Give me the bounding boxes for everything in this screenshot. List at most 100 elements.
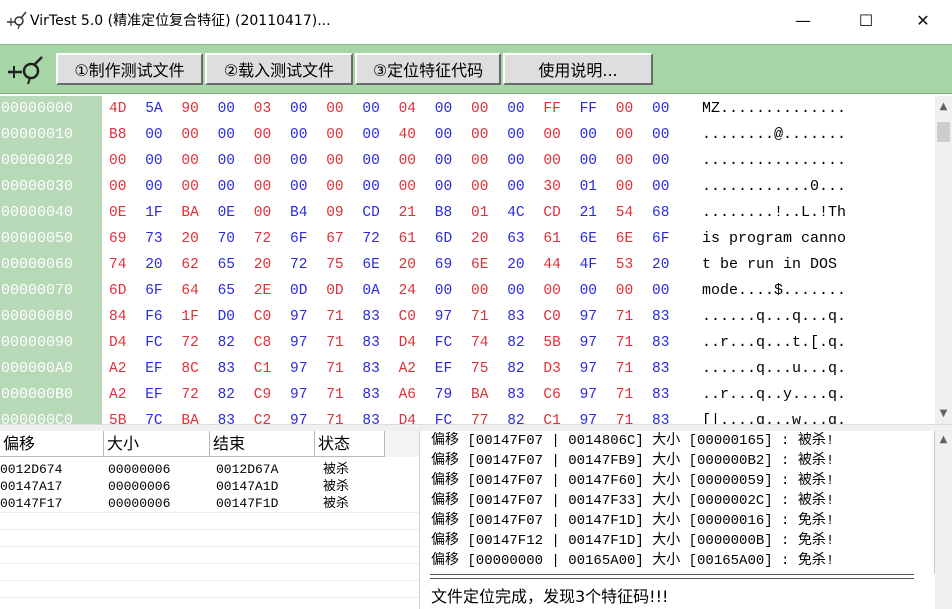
hex-byte[interactable]: 00: [435, 148, 452, 174]
hex-byte[interactable]: CD: [362, 200, 379, 226]
column-size-header[interactable]: 大小: [104, 431, 210, 457]
hex-byte[interactable]: 00: [181, 148, 198, 174]
hex-byte[interactable]: 24: [399, 278, 416, 304]
hex-byte[interactable]: A2: [109, 356, 126, 382]
hex-byte[interactable]: 4C: [507, 200, 524, 226]
hex-byte[interactable]: FC: [435, 408, 452, 424]
hex-byte[interactable]: 65: [218, 252, 235, 278]
hex-byte[interactable]: 00: [181, 174, 198, 200]
hex-byte[interactable]: 00: [471, 174, 488, 200]
hex-byte[interactable]: C0: [543, 304, 560, 330]
hex-byte[interactable]: C1: [543, 408, 560, 424]
hex-byte[interactable]: C2: [254, 408, 271, 424]
hex-byte[interactable]: 00: [218, 122, 235, 148]
hex-byte[interactable]: 00: [145, 174, 162, 200]
hex-byte[interactable]: 83: [362, 356, 379, 382]
hex-byte[interactable]: 00: [254, 148, 271, 174]
hex-byte[interactable]: 00: [181, 122, 198, 148]
hex-byte[interactable]: 00: [652, 148, 669, 174]
hex-byte[interactable]: EF: [435, 356, 452, 382]
hex-byte[interactable]: 0E: [218, 200, 235, 226]
hex-byte[interactable]: 00: [616, 174, 633, 200]
hex-byte[interactable]: 72: [181, 382, 198, 408]
hex-byte[interactable]: 65: [218, 278, 235, 304]
hex-byte[interactable]: 03: [254, 96, 271, 122]
hex-byte[interactable]: 72: [290, 252, 307, 278]
hex-byte[interactable]: 2E: [254, 278, 271, 304]
hex-byte[interactable]: 00: [254, 122, 271, 148]
column-status-header[interactable]: 状态: [315, 431, 385, 457]
hex-byte[interactable]: 5B: [543, 330, 560, 356]
hex-byte[interactable]: 00: [399, 174, 416, 200]
hex-byte[interactable]: 00: [652, 96, 669, 122]
hex-byte[interactable]: 00: [326, 174, 343, 200]
hex-byte[interactable]: 00: [507, 148, 524, 174]
minimize-button[interactable]: —: [780, 0, 826, 40]
hex-byte[interactable]: 97: [580, 304, 597, 330]
hex-byte[interactable]: 90: [181, 96, 198, 122]
hex-byte[interactable]: 6E: [580, 226, 597, 252]
hex-byte[interactable]: 6D: [435, 226, 452, 252]
scroll-thumb[interactable]: [937, 122, 950, 142]
hex-byte[interactable]: 75: [471, 356, 488, 382]
log-scrollbar[interactable]: ▲: [935, 431, 952, 609]
hex-byte[interactable]: 20: [507, 252, 524, 278]
hex-byte[interactable]: 00: [435, 278, 452, 304]
hex-byte[interactable]: 00: [616, 148, 633, 174]
scroll-down-icon[interactable]: ▼: [935, 405, 952, 422]
hex-byte[interactable]: 20: [145, 252, 162, 278]
hex-byte[interactable]: 69: [109, 226, 126, 252]
hex-byte[interactable]: 71: [471, 304, 488, 330]
hex-byte[interactable]: 74: [471, 330, 488, 356]
hex-byte[interactable]: 97: [580, 330, 597, 356]
hex-byte[interactable]: 75: [326, 252, 343, 278]
hex-byte[interactable]: 00: [580, 122, 597, 148]
hex-byte[interactable]: 00: [362, 96, 379, 122]
hex-byte[interactable]: 00: [362, 148, 379, 174]
hex-byte[interactable]: C0: [399, 304, 416, 330]
hex-byte[interactable]: 82: [507, 356, 524, 382]
hex-byte[interactable]: 00: [290, 148, 307, 174]
hex-byte[interactable]: 71: [326, 408, 343, 424]
hex-byte[interactable]: D0: [218, 304, 235, 330]
hex-byte[interactable]: 83: [652, 408, 669, 424]
hex-byte[interactable]: 71: [326, 330, 343, 356]
hex-byte[interactable]: 83: [652, 382, 669, 408]
hex-byte[interactable]: BA: [181, 200, 198, 226]
hex-byte[interactable]: B4: [290, 200, 307, 226]
hex-byte[interactable]: 97: [290, 382, 307, 408]
hex-byte[interactable]: 54: [616, 200, 633, 226]
hex-byte[interactable]: 83: [652, 330, 669, 356]
hex-byte[interactable]: 00: [652, 122, 669, 148]
hex-byte[interactable]: 00: [218, 148, 235, 174]
hex-byte[interactable]: 00: [471, 122, 488, 148]
hex-byte[interactable]: 53: [616, 252, 633, 278]
hex-scrollbar[interactable]: ▲ ▼: [935, 96, 952, 424]
hex-byte[interactable]: 97: [580, 408, 597, 424]
hex-byte[interactable]: C8: [254, 330, 271, 356]
hex-byte[interactable]: 00: [580, 148, 597, 174]
hex-byte[interactable]: 00: [471, 278, 488, 304]
hex-byte[interactable]: 97: [290, 408, 307, 424]
hex-byte[interactable]: 97: [290, 330, 307, 356]
hex-byte[interactable]: 83: [507, 382, 524, 408]
table-row[interactable]: 00147F17 00000006 00147F1D 被杀: [0, 495, 419, 512]
hex-byte[interactable]: 82: [507, 330, 524, 356]
hex-byte[interactable]: 00: [290, 174, 307, 200]
hex-byte[interactable]: 83: [362, 408, 379, 424]
hex-byte[interactable]: 73: [145, 226, 162, 252]
hex-byte[interactable]: 67: [326, 226, 343, 252]
hex-byte[interactable]: EF: [145, 356, 162, 382]
maximize-button[interactable]: ☐: [843, 0, 889, 40]
hex-byte[interactable]: 72: [254, 226, 271, 252]
hex-byte[interactable]: 00: [543, 278, 560, 304]
hex-byte[interactable]: 20: [471, 226, 488, 252]
hex-byte[interactable]: 00: [616, 122, 633, 148]
hex-byte[interactable]: 72: [362, 226, 379, 252]
hex-byte[interactable]: F6: [145, 304, 162, 330]
hex-byte[interactable]: B8: [109, 122, 126, 148]
scroll-up-icon[interactable]: ▲: [935, 431, 952, 448]
table-row[interactable]: 00147A17 00000006 00147A1D 被杀: [0, 478, 419, 495]
hex-byte[interactable]: 97: [580, 356, 597, 382]
hex-byte[interactable]: 7C: [145, 408, 162, 424]
